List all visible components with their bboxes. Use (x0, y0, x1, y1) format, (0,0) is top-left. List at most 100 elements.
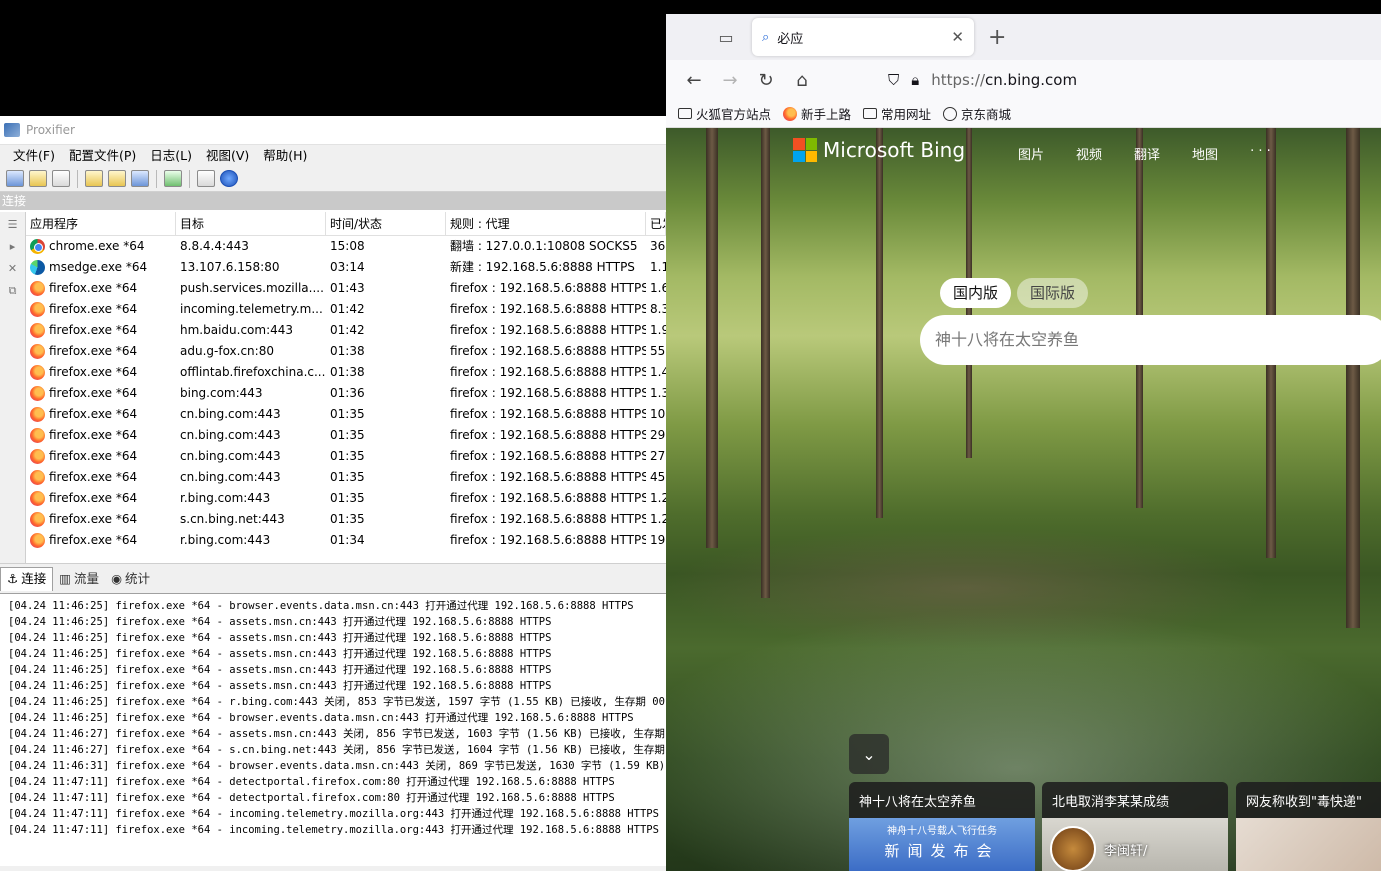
col-application[interactable]: 应用程序 (26, 212, 176, 235)
edge-icon (30, 260, 45, 275)
chevron-down-icon[interactable]: ⌄ (849, 734, 889, 774)
log-panel[interactable]: [04.24 11:46:25] firefox.exe *64 - brows… (0, 596, 666, 866)
table-row[interactable]: msedge.exe *64 13.107.6.158:80 03:14 新建 : 1… (26, 257, 666, 278)
table-row[interactable]: firefox.exe *64 push.services.mozilla....… (26, 278, 666, 299)
table-row[interactable]: firefox.exe *64 hm.baidu.com:443 01:42 fire… (26, 320, 666, 341)
proxy-servers-icon[interactable] (6, 170, 24, 187)
firefox-icon (30, 491, 45, 506)
table-row[interactable]: firefox.exe *64 adu.g-fox.cn:80 01:38 firef… (26, 341, 666, 362)
close-connection-icon[interactable]: ✕ (8, 262, 17, 275)
print-icon[interactable] (197, 170, 215, 187)
new-profile-icon[interactable] (85, 170, 103, 187)
tab-connections[interactable]: ⚓ 连接 (0, 566, 54, 591)
bookmark-label: 新手上路 (801, 107, 852, 122)
cell-time-status: 01:35 (330, 512, 365, 526)
tab-international[interactable]: 国际版 (1017, 278, 1089, 308)
bookmark-item[interactable]: 常用网址 (863, 104, 931, 123)
reload-icon[interactable]: ↻ (750, 64, 782, 96)
tab-traffic[interactable]: ▥ 流量 (53, 567, 105, 591)
application-name: firefox.exe *64 (49, 533, 138, 547)
close-tab-icon[interactable]: ✕ (951, 28, 964, 46)
bing-page: Microsoft Bing 图片 视频 翻译 地图 · · · 国内版 国际版… (666, 128, 1381, 871)
chrome-icon (30, 239, 45, 254)
tab-traffic-label: 流量 (74, 570, 100, 586)
table-row[interactable]: firefox.exe *64 cn.bing.com:443 01:35 firef… (26, 467, 666, 488)
news-card[interactable]: 北电取消李某某成绩 李闽轩/ (1042, 782, 1228, 871)
col-target[interactable]: 目标 (176, 212, 326, 235)
new-tab-icon[interactable]: + (988, 25, 1006, 50)
nav-more[interactable]: · · · (1250, 144, 1271, 163)
proxification-rules-icon[interactable] (29, 170, 47, 187)
table-row[interactable]: firefox.exe *64 offlintab.firefoxchina.c.… (26, 362, 666, 383)
nav-maps[interactable]: 地图 (1192, 144, 1218, 163)
connections-panel: ☰ ▸ ✕ ⧉ 应用程序 目标 时间/状态 规则 : 代理 已发 chrome.… (0, 212, 666, 563)
tab-domestic[interactable]: 国内版 (940, 278, 1012, 308)
menu-view[interactable]: 视图(V) (199, 145, 256, 167)
cell-target: 8.8.4.4:443 (180, 239, 249, 253)
col-time-status[interactable]: 时间/状态 (326, 212, 446, 235)
image-caption: 神舟十八号载人飞行任务 (887, 826, 997, 837)
news-card[interactable]: 网友称收到"毒快递" (1236, 782, 1381, 871)
tab-bing[interactable]: ⌕ 必应 ✕ (752, 18, 974, 56)
search-input[interactable]: 神十八将在太空养鱼 (920, 315, 1381, 365)
home-icon[interactable]: ⌂ (786, 64, 818, 96)
table-row[interactable]: firefox.exe *64 s.cn.bing.net:443 01:35 fir… (26, 509, 666, 530)
cell-rule-proxy: firefox : 192.168.5.6:8888 HTTPS (450, 512, 646, 526)
avatar (1050, 826, 1096, 871)
cell-rule-proxy: firefox : 192.168.5.6:8888 HTTPS (450, 407, 646, 421)
cell-target: hm.baidu.com:443 (180, 323, 294, 337)
arrow-icon[interactable]: ▸ (10, 240, 16, 253)
open-profile-icon[interactable] (108, 170, 126, 187)
cell-time-status: 01:35 (330, 428, 365, 442)
detach-icon[interactable]: ⧉ (9, 284, 17, 298)
table-row[interactable]: firefox.exe *64 bing.com:443 01:36 firefox … (26, 383, 666, 404)
cell-sent: 19 (650, 533, 666, 547)
help-icon[interactable] (220, 170, 238, 187)
save-profile-icon[interactable] (131, 170, 149, 187)
table-row[interactable]: firefox.exe *64 r.bing.com:443 01:35 firefo… (26, 488, 666, 509)
tracking-protection-icon[interactable]: ⛉ (888, 71, 899, 89)
name-resolution-icon[interactable] (52, 170, 70, 187)
advanced-icon[interactable] (164, 170, 182, 187)
bookmark-item[interactable]: 火狐官方站点 (678, 104, 771, 123)
bookmark-item[interactable]: 京东商城 (943, 104, 1011, 123)
firefox-icon (30, 281, 45, 296)
lock-icon[interactable]: 🔒︎ (911, 71, 919, 89)
window-title: Proxifier (26, 123, 75, 137)
table-row[interactable]: firefox.exe *64 cn.bing.com:443 01:35 firef… (26, 425, 666, 446)
forward-icon[interactable]: → (714, 64, 746, 96)
cell-sent: 10 (650, 407, 666, 421)
url-text[interactable]: https://cn.bing.com (931, 71, 1077, 89)
list-all-tabs-icon[interactable]: ▭ (706, 14, 746, 60)
firefox-icon (30, 344, 45, 359)
menu-help[interactable]: 帮助(H) (256, 145, 314, 167)
nav-videos[interactable]: 视频 (1076, 144, 1102, 163)
table-row[interactable]: firefox.exe *64 cn.bing.com:443 01:35 firef… (26, 446, 666, 467)
nav-images[interactable]: 图片 (1018, 144, 1044, 163)
back-icon[interactable]: ← (678, 64, 710, 96)
table-row[interactable]: firefox.exe *64 incoming.telemetry.m... 01… (26, 299, 666, 320)
traffic-chart-icon: ▥ (59, 570, 72, 586)
cell-time-status: 01:42 (330, 302, 365, 316)
bookmark-item[interactable]: 新手上路 (783, 104, 851, 123)
menu-log[interactable]: 日志(L) (143, 145, 199, 167)
table-row[interactable]: chrome.exe *64 8.8.4.4:443 15:08 翻墙 : 127.0… (26, 236, 666, 257)
cell-application: firefox.exe *64 (26, 446, 176, 467)
col-sent[interactable]: 已发 (646, 212, 666, 235)
firefox-icon (30, 407, 45, 422)
table-row[interactable]: firefox.exe *64 cn.bing.com:443 01:35 firef… (26, 404, 666, 425)
col-rule-proxy[interactable]: 规则 : 代理 (446, 212, 646, 235)
news-card[interactable]: 神十八将在太空养鱼 神舟十八号载人飞行任务 新闻发布会 (849, 782, 1035, 871)
url-bar[interactable]: ⛉ 🔒︎ https://cn.bing.com (888, 64, 1381, 96)
menu-file[interactable]: 文件(F) (6, 145, 62, 167)
application-name: firefox.exe *64 (49, 512, 138, 526)
cell-target: incoming.telemetry.m... (180, 302, 323, 316)
cell-application: firefox.exe *64 (26, 404, 176, 425)
list-view-icon[interactable]: ☰ (8, 218, 18, 231)
table-body: chrome.exe *64 8.8.4.4:443 15:08 翻墙 : 127.0… (26, 236, 666, 551)
tab-statistics[interactable]: ◉ 统计 (105, 567, 156, 591)
bing-logo[interactable]: Microsoft Bing (793, 138, 965, 162)
nav-translate[interactable]: 翻译 (1134, 144, 1160, 163)
menu-profile[interactable]: 配置文件(P) (62, 145, 143, 167)
table-row[interactable]: firefox.exe *64 r.bing.com:443 01:34 firefo… (26, 530, 666, 551)
